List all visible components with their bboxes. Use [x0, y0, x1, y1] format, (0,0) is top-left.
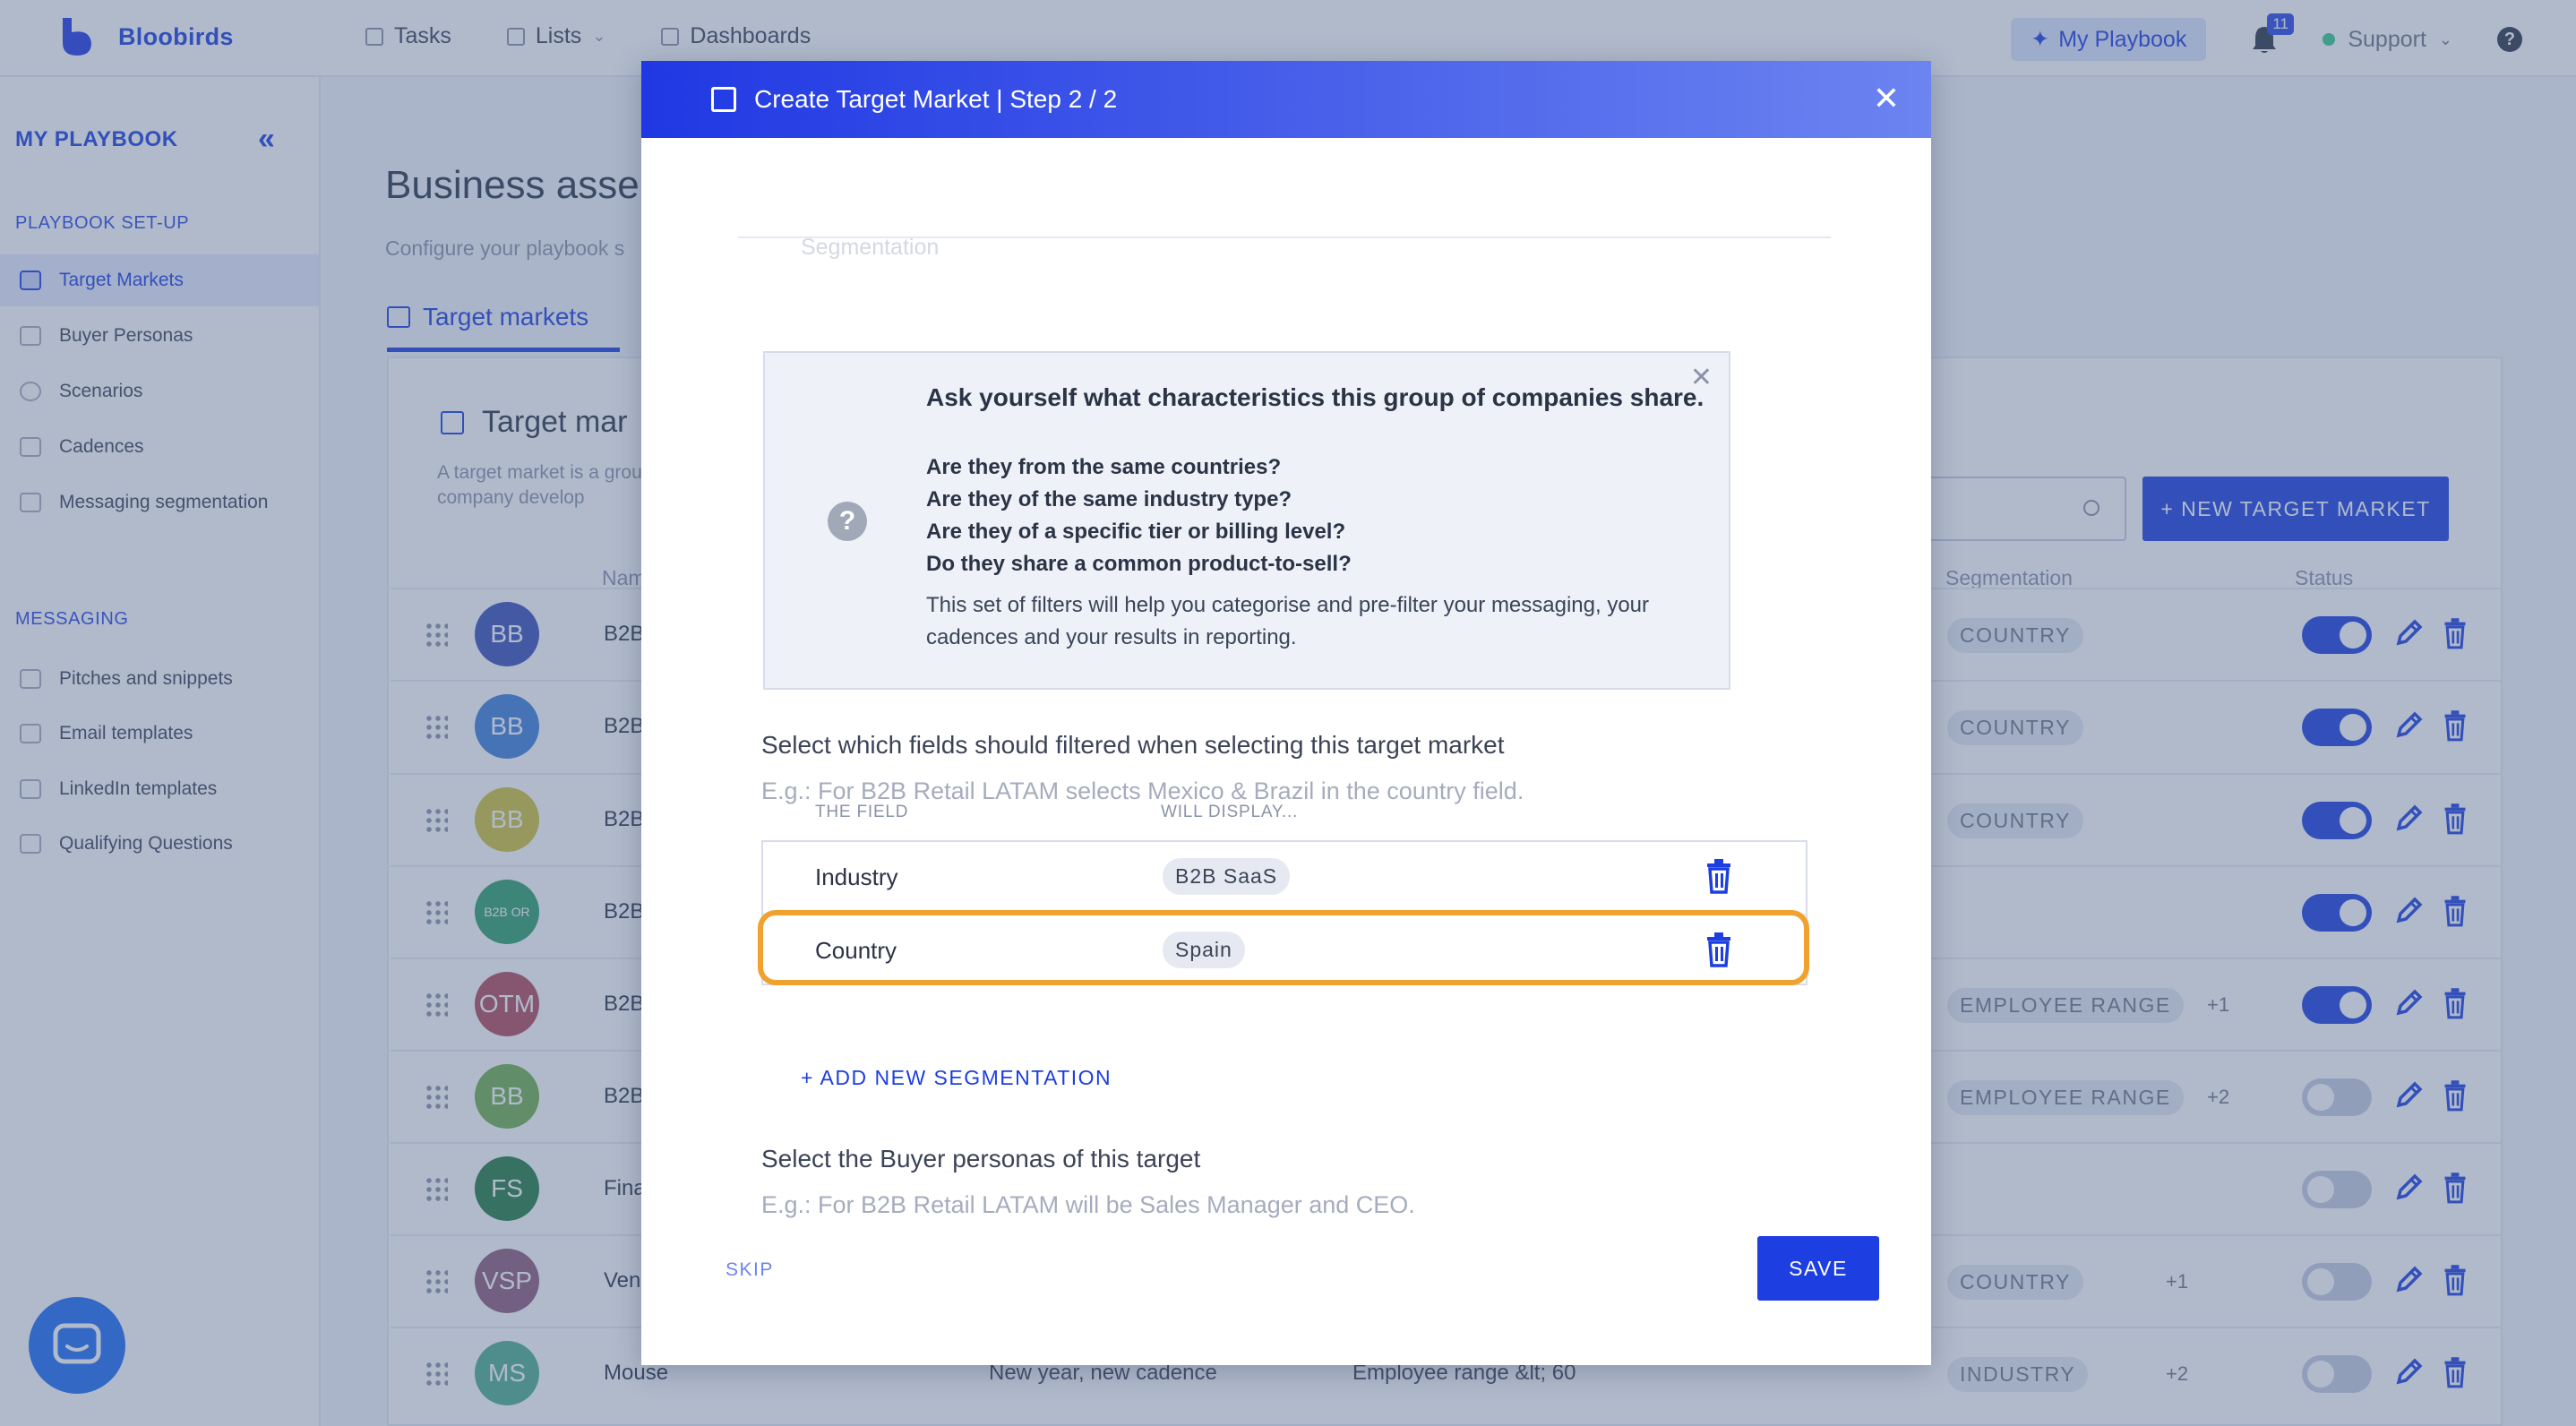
- column-field-header: THE FIELD: [815, 803, 909, 821]
- fields-section-title: Select which fields should filtered when…: [761, 731, 1505, 759]
- info-question: Are they of a specific tier or billing l…: [926, 520, 1346, 544]
- question-mark-icon: ?: [828, 502, 867, 541]
- trash-icon[interactable]: [1704, 858, 1734, 894]
- info-title: Ask yourself what characteristics this g…: [926, 383, 1704, 411]
- segmentation-field: Industry: [815, 863, 898, 890]
- info-footer: This set of filters will help you catego…: [926, 593, 1650, 649]
- info-question: Are they from the same countries?: [926, 455, 1282, 479]
- info-questions: Are they from the same countries? Are th…: [926, 451, 1352, 580]
- column-display-header: WILL DISPLAY...: [1161, 803, 1299, 821]
- segmentation-value-chip: Spain: [1163, 932, 1245, 968]
- segmentation-value-chip: B2B SaaS: [1163, 858, 1291, 895]
- info-question: Do they share a common product-to-sell?: [926, 552, 1352, 576]
- add-new-segmentation-button[interactable]: + ADD NEW SEGMENTATION: [801, 1066, 1112, 1090]
- create-target-market-modal: Create Target Market | Step 2 / 2 ✕ Segm…: [641, 61, 1931, 1365]
- personas-section-title: Select the Buyer personas of this target: [761, 1145, 1201, 1173]
- table-row: Country Spain: [763, 914, 1806, 985]
- modal-title: Create Target Market | Step 2 / 2: [754, 85, 1118, 113]
- modal-header: Create Target Market | Step 2 / 2 ✕: [641, 61, 1931, 138]
- trash-icon[interactable]: [1704, 932, 1734, 967]
- save-button[interactable]: SAVE: [1757, 1236, 1879, 1301]
- skip-button[interactable]: SKIP: [726, 1259, 774, 1281]
- faded-section-label: Segmentation: [801, 235, 940, 260]
- modal-body: Segmentation ✕ ? Ask yourself what chara…: [641, 138, 1931, 1258]
- info-question: Are they of the same industry type?: [926, 487, 1292, 511]
- info-box: ✕ ? Ask yourself what characteristics th…: [763, 351, 1730, 690]
- personas-section-hint: E.g.: For B2B Retail LATAM will be Sales…: [761, 1191, 1415, 1218]
- fields-section-hint: E.g.: For B2B Retail LATAM selects Mexic…: [761, 777, 1524, 804]
- table-row: Industry B2B SaaS: [763, 842, 1806, 914]
- close-icon[interactable]: ✕: [1868, 81, 1904, 116]
- segmentation-table: Industry B2B SaaS Country Spain: [761, 840, 1807, 985]
- segmentation-field: Country: [815, 937, 897, 964]
- building-icon: [711, 87, 736, 112]
